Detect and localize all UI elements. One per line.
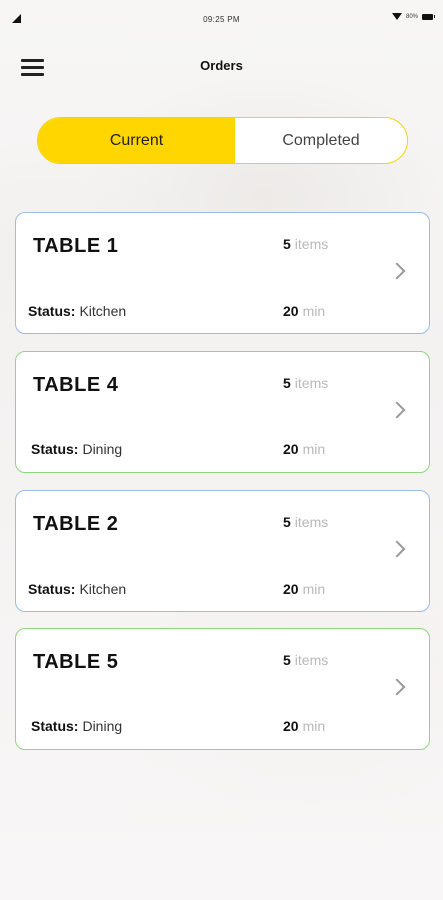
table-name: TABLE 5	[33, 651, 119, 673]
page-title: Orders	[200, 58, 243, 73]
status-indicators: 80%	[391, 13, 435, 20]
status-label: Status:	[31, 441, 79, 457]
time-unit: min	[302, 581, 326, 597]
items-count: 5 items	[283, 236, 328, 252]
items-unit: items	[294, 652, 329, 668]
chevron-right-icon	[388, 678, 406, 696]
items-number: 5	[283, 375, 291, 391]
table-name: TABLE 2	[33, 513, 119, 535]
time-number: 20	[283, 718, 299, 734]
order-status: Status: Kitchen	[28, 303, 126, 319]
tab-completed[interactable]: Completed	[235, 118, 407, 163]
order-status: Status: Kitchen	[28, 581, 126, 597]
time-unit: min	[302, 441, 326, 457]
order-card-table-4[interactable]: TABLE 4 5 items Status: Dining 20 min	[15, 351, 430, 473]
items-number: 5	[283, 236, 291, 252]
time-unit: min	[302, 718, 326, 734]
time-number: 20	[283, 581, 299, 597]
chevron-right-icon	[388, 262, 406, 280]
status-value: Kitchen	[79, 581, 127, 597]
items-unit: items	[294, 236, 329, 252]
table-name: TABLE 4	[33, 374, 119, 396]
items-unit: items	[294, 514, 329, 530]
order-time: 20 min	[283, 441, 325, 457]
items-number: 5	[283, 652, 291, 668]
items-unit: items	[294, 375, 329, 391]
status-label: Status:	[28, 581, 76, 597]
items-number: 5	[283, 514, 291, 530]
order-tabs: Current Completed	[37, 117, 408, 164]
items-count: 5 items	[283, 375, 328, 391]
chevron-right-icon	[388, 540, 406, 558]
status-label: Status:	[28, 303, 76, 319]
battery-percent: 80%	[405, 13, 418, 20]
time-number: 20	[283, 303, 299, 319]
order-status: Status: Dining	[31, 441, 122, 457]
order-time: 20 min	[283, 718, 325, 734]
battery-icon	[422, 13, 435, 20]
items-count: 5 items	[283, 514, 328, 530]
status-value: Dining	[82, 718, 123, 734]
wifi-icon	[391, 13, 402, 20]
chevron-right-icon	[388, 401, 406, 419]
status-bar: 09:25 PM 80%	[0, 0, 443, 38]
status-value: Kitchen	[79, 303, 127, 319]
status-value: Dining	[82, 441, 123, 457]
time-number: 20	[283, 441, 299, 457]
tab-current[interactable]: Current	[38, 118, 235, 163]
order-card-table-2[interactable]: TABLE 2 5 items Status: Kitchen 20 min	[15, 490, 430, 612]
order-status: Status: Dining	[31, 718, 122, 734]
status-label: Status:	[31, 718, 79, 734]
order-time: 20 min	[283, 581, 325, 597]
table-name: TABLE 1	[33, 235, 119, 257]
order-card-table-5[interactable]: TABLE 5 5 items Status: Dining 20 min	[15, 628, 430, 750]
items-count: 5 items	[283, 652, 328, 668]
time-unit: min	[302, 303, 326, 319]
order-time: 20 min	[283, 303, 325, 319]
status-time: 09:25 PM	[203, 15, 240, 24]
order-card-table-1[interactable]: TABLE 1 5 items Status: Kitchen 20 min	[15, 212, 430, 334]
